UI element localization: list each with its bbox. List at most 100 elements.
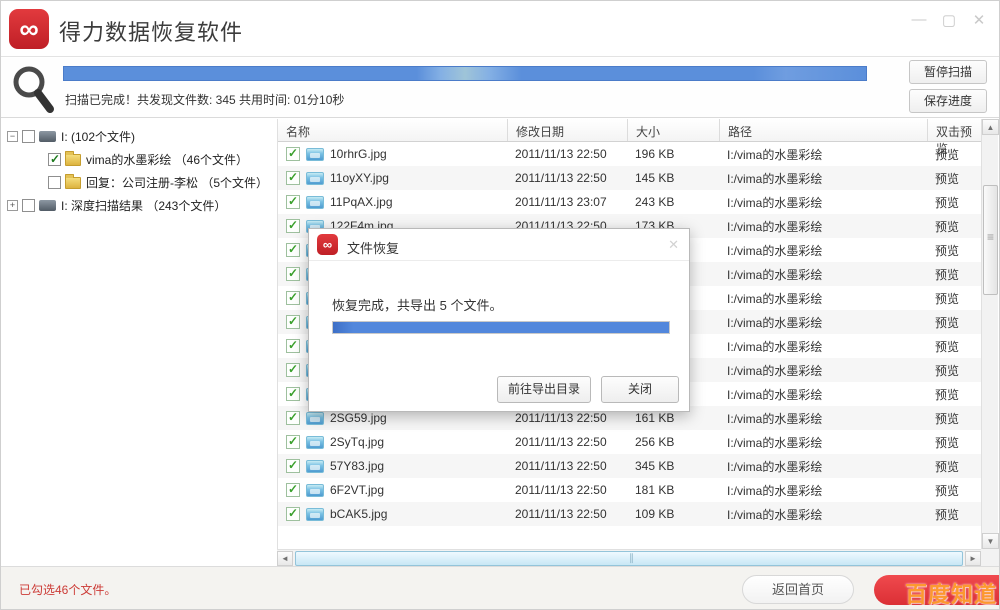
open-export-dir-button[interactable]: 前往导出目录 (496, 376, 591, 403)
preview-cell[interactable]: 预览 (927, 266, 982, 283)
size-cell: 345 KB (635, 459, 675, 473)
horizontal-scrollbar[interactable]: ◄ ► (277, 549, 981, 566)
path-cell: I:/vima的水墨彩绘 (727, 507, 823, 522)
row-checkbox[interactable] (286, 411, 300, 425)
tree-item-label: I: 深度扫描结果 （243个文件） (61, 199, 227, 213)
preview-cell[interactable]: 预览 (927, 458, 982, 475)
image-file-icon (306, 459, 324, 473)
date-cell: 2011/11/13 22:50 (515, 483, 607, 497)
image-file-icon (306, 147, 324, 161)
drive-icon (39, 131, 56, 142)
scan-status-text: 扫描已完成！共发现文件数: 345 共用时间: 01分10秒 (65, 93, 345, 107)
row-checkbox[interactable] (286, 315, 300, 329)
preview-cell[interactable]: 预览 (927, 386, 982, 403)
table-row[interactable]: ergyre.jpg2011/11/13 22:50247 KBI:/vima的… (278, 526, 982, 527)
tree-checkbox[interactable] (48, 176, 61, 189)
row-checkbox[interactable] (286, 243, 300, 257)
dialog-title-bar: ∞ 文件恢复 ✕ (309, 229, 689, 261)
date-cell: 2011/11/13 22:50 (515, 171, 607, 185)
scroll-down-icon[interactable]: ▼ (982, 533, 999, 549)
maximize-icon[interactable]: ▢ (941, 11, 957, 29)
row-checkbox[interactable] (286, 483, 300, 497)
table-row[interactable]: 11oyXY.jpg 2011/11/13 22:50 145 KB I:/vima的… (278, 166, 982, 190)
scroll-up-icon[interactable]: ▲ (982, 119, 999, 135)
row-checkbox[interactable] (286, 363, 300, 377)
pause-scan-button[interactable]: 暂停扫描 (909, 60, 987, 84)
row-checkbox[interactable] (286, 267, 300, 281)
table-row[interactable]: 10rhrG.jpg 2011/11/13 22:50 196 KB I:/vima的… (278, 142, 982, 166)
save-progress-button[interactable]: 保存进度 (909, 89, 987, 113)
table-row[interactable]: 11PqAX.jpg 2011/11/13 23:07 243 KB I:/vima的… (278, 190, 982, 214)
path-cell: I:/vima的水墨彩绘 (727, 339, 823, 354)
row-checkbox[interactable] (286, 459, 300, 473)
row-checkbox[interactable] (286, 219, 300, 233)
expand-icon[interactable]: + (7, 200, 18, 211)
tree-item[interactable]: + I: 深度扫描结果 （243个文件） (1, 194, 277, 217)
dialog-close-button[interactable]: 关闭 (601, 376, 679, 403)
vertical-scroll-thumb[interactable] (983, 185, 998, 295)
row-checkbox[interactable] (286, 387, 300, 401)
image-file-icon (306, 435, 324, 449)
preview-cell[interactable]: 预览 (927, 434, 982, 451)
name-cell: 11oyXY.jpg (278, 171, 507, 185)
preview-cell[interactable]: 预览 (927, 194, 982, 211)
preview-cell[interactable]: 预览 (927, 146, 982, 163)
row-checkbox[interactable] (286, 195, 300, 209)
row-checkbox[interactable] (286, 147, 300, 161)
dialog-progress-bar (332, 321, 670, 334)
size-cell: 161 KB (635, 411, 675, 425)
preview-cell[interactable]: 预览 (927, 314, 982, 331)
vertical-scrollbar[interactable]: ▲ ▼ (981, 119, 999, 549)
preview-cell[interactable]: 预览 (927, 242, 982, 259)
preview-cell[interactable]: 预览 (927, 218, 982, 235)
image-file-icon (306, 195, 324, 209)
file-name: 57Y83.jpg (330, 459, 385, 473)
table-row[interactable]: 6F2VT.jpg 2011/11/13 22:50 181 KB I:/vima的水… (278, 478, 982, 502)
scroll-left-icon[interactable]: ◄ (277, 551, 293, 566)
watermark-text: 百度知道 (904, 582, 997, 607)
preview-cell[interactable]: 预览 (927, 290, 982, 307)
minimize-icon[interactable]: — (911, 11, 927, 29)
header-date[interactable]: 修改日期 (507, 119, 627, 141)
row-checkbox[interactable] (286, 339, 300, 353)
table-row[interactable]: 2SyTq.jpg 2011/11/13 22:50 256 KB I:/vima的水… (278, 430, 982, 454)
collapse-icon[interactable]: − (7, 131, 18, 142)
table-row[interactable]: bCAK5.jpg 2011/11/13 22:50 109 KB I:/vima的水… (278, 502, 982, 526)
scan-section: 扫描已完成！共发现文件数: 345 共用时间: 01分10秒 暂停扫描 保存进度 (1, 58, 999, 118)
horizontal-scroll-thumb[interactable] (295, 551, 963, 566)
row-checkbox[interactable] (286, 435, 300, 449)
preview-cell[interactable]: 预览 (927, 506, 982, 523)
header-path[interactable]: 路径 (719, 119, 927, 141)
close-icon[interactable]: ✕ (971, 11, 987, 29)
row-checkbox[interactable] (286, 291, 300, 305)
path-cell: I:/vima的水墨彩绘 (727, 267, 823, 282)
header-preview[interactable]: 双击预览 (927, 119, 981, 156)
preview-cell[interactable]: 预览 (927, 482, 982, 499)
back-home-button[interactable]: 返回首页 (742, 575, 854, 604)
tree-checkbox[interactable] (48, 152, 61, 166)
scroll-right-icon[interactable]: ► (965, 551, 981, 566)
tree-item[interactable]: 回复：公司注册-李松 （5个文件） (1, 171, 277, 194)
header-size[interactable]: 大小 (627, 119, 719, 141)
scan-progress-bar (63, 66, 867, 81)
path-cell: I:/vima的水墨彩绘 (727, 363, 823, 378)
row-checkbox[interactable] (286, 171, 300, 185)
tree-item[interactable]: − I: (102个文件) (1, 125, 277, 148)
tree-checkbox[interactable] (22, 130, 35, 143)
tree-item-label: I: (102个文件) (61, 130, 136, 144)
window-controls: — ▢ ✕ (911, 11, 987, 29)
dialog-close-icon[interactable]: ✕ (668, 237, 679, 253)
table-row[interactable]: 57Y83.jpg 2011/11/13 22:50 345 KB I:/vima的水… (278, 454, 982, 478)
header-name[interactable]: 名称 (278, 119, 507, 141)
date-cell: 2011/11/13 23:07 (515, 195, 607, 209)
preview-cell[interactable]: 预览 (927, 338, 982, 355)
preview-cell[interactable]: 预览 (927, 410, 982, 427)
file-name: bCAK5.jpg (330, 507, 388, 521)
file-name: 2SG59.jpg (330, 411, 387, 425)
row-checkbox[interactable] (286, 507, 300, 521)
file-name: 2SyTq.jpg (330, 435, 385, 449)
tree-item[interactable]: vima的水墨彩绘 （46个文件） (1, 148, 277, 171)
tree-checkbox[interactable] (22, 199, 35, 212)
preview-cell[interactable]: 预览 (927, 362, 982, 379)
preview-cell[interactable]: 预览 (927, 170, 982, 187)
